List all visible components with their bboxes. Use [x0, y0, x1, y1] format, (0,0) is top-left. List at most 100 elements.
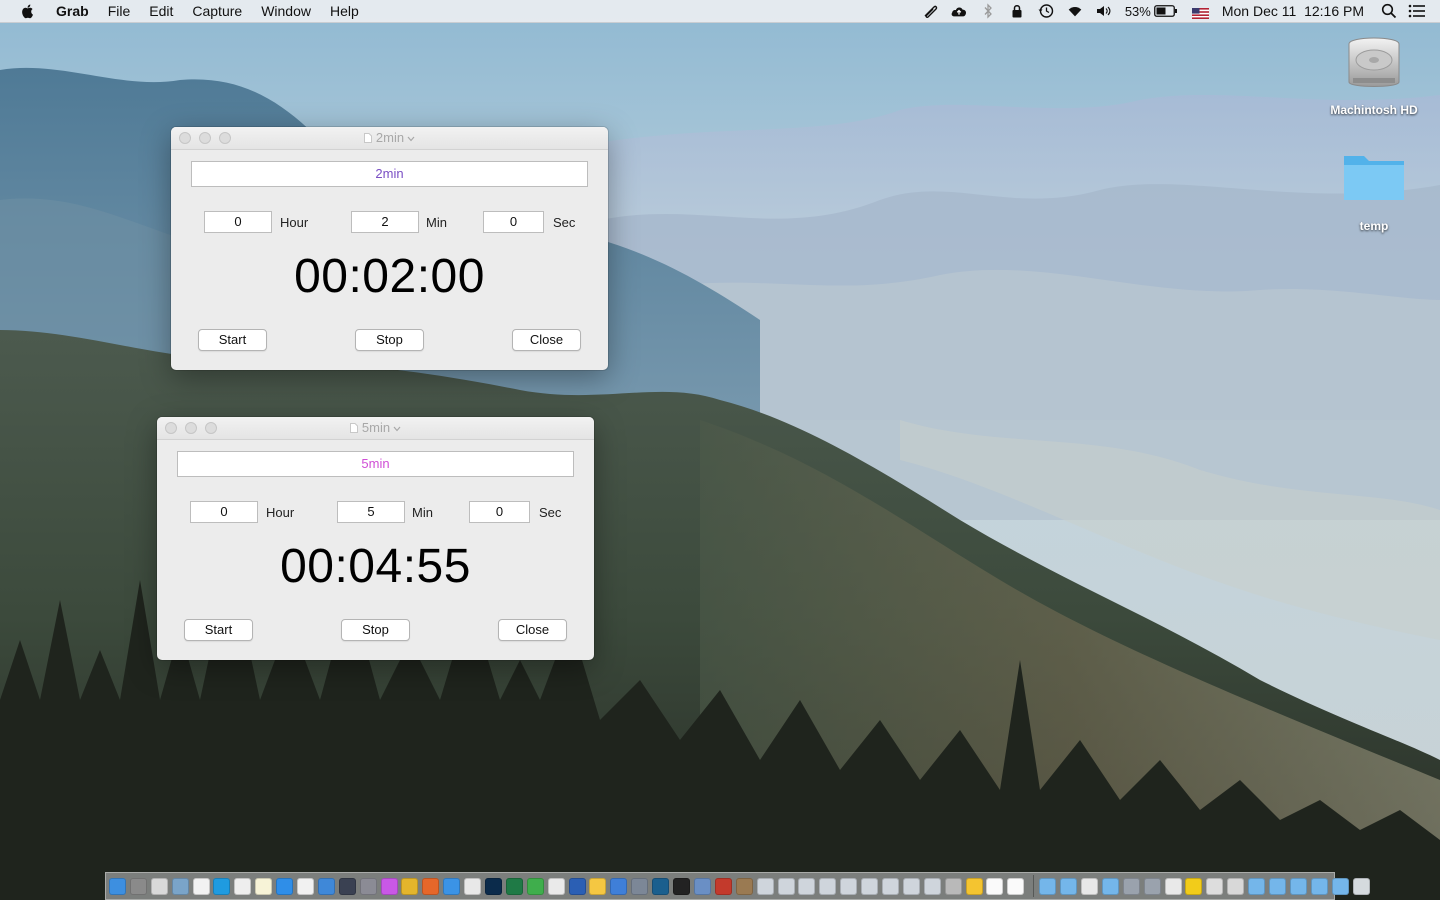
close-button[interactable]: Close	[498, 619, 567, 641]
dock-downloads-2-icon[interactable]	[777, 877, 795, 895]
dock-activity-monitor-icon[interactable]	[693, 877, 711, 895]
cloud-upload-icon[interactable]	[950, 3, 968, 19]
dock-clock-1-icon[interactable]	[986, 877, 1004, 895]
stop-button[interactable]: Stop	[341, 619, 410, 641]
dock-folder-b-icon[interactable]	[1122, 877, 1140, 895]
battery-icon[interactable]	[1153, 3, 1178, 19]
dock-gimp-icon[interactable]	[735, 877, 753, 895]
battery-percent[interactable]: 53%	[1125, 4, 1151, 19]
title-bar[interactable]: 2min	[171, 127, 608, 150]
timer-name-field[interactable]: 2min	[191, 161, 588, 187]
menu-capture[interactable]: Capture	[192, 0, 242, 22]
dock-home-folder-icon[interactable]	[1164, 877, 1182, 895]
title-bar[interactable]: 5min	[157, 417, 594, 440]
menu-app-name[interactable]: Grab	[56, 0, 89, 22]
dock-downloads-4-icon[interactable]	[819, 877, 837, 895]
dock-norton-icon[interactable]	[1185, 877, 1203, 895]
dock-folder-h-icon[interactable]	[1331, 877, 1349, 895]
dock-applications-folder-icon[interactable]	[1039, 877, 1057, 895]
dock-folder-d-icon[interactable]	[1248, 877, 1266, 895]
dock-firefox-icon[interactable]	[422, 877, 440, 895]
dock-keynote-icon[interactable]	[610, 877, 628, 895]
timer-name-field[interactable]: 5min	[177, 451, 574, 477]
dock-x-app-icon[interactable]	[1227, 877, 1245, 895]
paperclip-icon[interactable]	[921, 3, 939, 19]
dock-downloads-8-icon[interactable]	[902, 877, 920, 895]
bluetooth-icon[interactable]	[979, 3, 997, 19]
hour-field[interactable]: 0	[190, 501, 258, 523]
dock-folder-f-icon[interactable]	[1289, 877, 1307, 895]
dock-system-preferences-icon[interactable]	[359, 877, 377, 895]
dock-chrome-icon[interactable]	[401, 877, 419, 895]
menu-edit[interactable]: Edit	[149, 0, 173, 22]
dock-downloads-6-icon[interactable]	[861, 877, 879, 895]
dock-mail-folder-icon[interactable]	[1060, 877, 1078, 895]
dock-script-editor-icon[interactable]	[547, 877, 565, 895]
dock-google-drive-icon[interactable]	[965, 877, 983, 895]
dock-preview-icon[interactable]	[171, 877, 189, 895]
dock-quicktime-icon[interactable]	[652, 877, 670, 895]
dock-folder-c-icon[interactable]	[1143, 877, 1161, 895]
lock-icon[interactable]	[1008, 3, 1026, 19]
dock-skype-icon[interactable]	[213, 877, 231, 895]
hour-field[interactable]: 0	[204, 211, 272, 233]
dock-folder-e-icon[interactable]	[1268, 877, 1286, 895]
dock-acrobat-icon[interactable]	[714, 877, 732, 895]
dock-documents-folder-icon[interactable]	[1080, 877, 1098, 895]
menu-file[interactable]: File	[108, 0, 131, 22]
dock-downloads-3-icon[interactable]	[798, 877, 816, 895]
dock-notes-icon[interactable]	[255, 877, 273, 895]
dock-pdf-reader-icon[interactable]	[464, 877, 482, 895]
close-button[interactable]: Close	[512, 329, 581, 351]
dock-word-icon[interactable]	[568, 877, 586, 895]
window-title[interactable]: 2min	[171, 127, 608, 149]
dock-trash-icon[interactable]	[1352, 877, 1370, 895]
dock-terminal-dev-icon[interactable]	[338, 877, 356, 895]
dock-photos-icon[interactable]	[150, 877, 168, 895]
stop-button[interactable]: Stop	[355, 329, 424, 351]
sec-field[interactable]: 0	[469, 501, 530, 523]
dock-xcode-icon[interactable]	[317, 877, 335, 895]
dock-stack-docs-icon[interactable]	[1206, 877, 1224, 895]
start-button[interactable]: Start	[198, 329, 267, 351]
wifi-icon[interactable]	[1066, 3, 1084, 19]
dock-photoshop-icon[interactable]	[485, 877, 503, 895]
menu-help[interactable]: Help	[330, 0, 359, 22]
menu-clock[interactable]: Mon Dec 11 12:16 PM	[1222, 3, 1364, 19]
dock-itunes-icon[interactable]	[380, 877, 398, 895]
min-field[interactable]: 5	[337, 501, 405, 523]
sec-field[interactable]: 0	[483, 211, 544, 233]
menu-window[interactable]: Window	[261, 0, 311, 22]
dock-excel-icon[interactable]	[505, 877, 523, 895]
dock-safari-icon[interactable]	[443, 877, 461, 895]
desktop-icon-temp[interactable]: temp	[1319, 148, 1429, 233]
desktop-icon-machintosh-hd[interactable]: Machintosh HD	[1319, 30, 1429, 117]
dock-app-store-icon[interactable]	[276, 877, 294, 895]
dock-downloads-9-icon[interactable]	[923, 877, 941, 895]
min-field[interactable]: 2	[351, 211, 419, 233]
spotlight-icon[interactable]	[1380, 3, 1398, 19]
dock-textedit-icon[interactable]	[234, 877, 252, 895]
dock-numbers-icon[interactable]	[526, 877, 544, 895]
dock-calendar-icon[interactable]	[192, 877, 210, 895]
window-title[interactable]: 5min	[157, 417, 594, 439]
dock-grab-icon[interactable]	[631, 877, 649, 895]
dock-finder-icon[interactable]	[109, 877, 126, 895]
time-machine-icon[interactable]	[1037, 3, 1055, 19]
dock-folder-a-icon[interactable]	[1101, 877, 1119, 895]
dock-sketch-icon[interactable]	[589, 877, 607, 895]
dock-archive-icon[interactable]	[944, 877, 962, 895]
dock-downloads-5-icon[interactable]	[840, 877, 858, 895]
volume-icon[interactable]	[1095, 3, 1113, 19]
dock-clock-2-icon[interactable]	[1007, 877, 1025, 895]
dock-downloads-7-icon[interactable]	[881, 877, 899, 895]
us-flag-icon[interactable]	[1191, 6, 1209, 19]
dock-pages-icon[interactable]	[297, 877, 315, 895]
dock-folder-g-icon[interactable]	[1310, 877, 1328, 895]
dock-downloads-1-icon[interactable]	[756, 877, 774, 895]
dock-terminal-icon[interactable]	[673, 877, 691, 895]
dock-launchpad-icon[interactable]	[129, 877, 147, 895]
start-button[interactable]: Start	[184, 619, 253, 641]
notification-center-icon[interactable]	[1408, 3, 1426, 19]
apple-menu-icon[interactable]	[20, 3, 36, 19]
